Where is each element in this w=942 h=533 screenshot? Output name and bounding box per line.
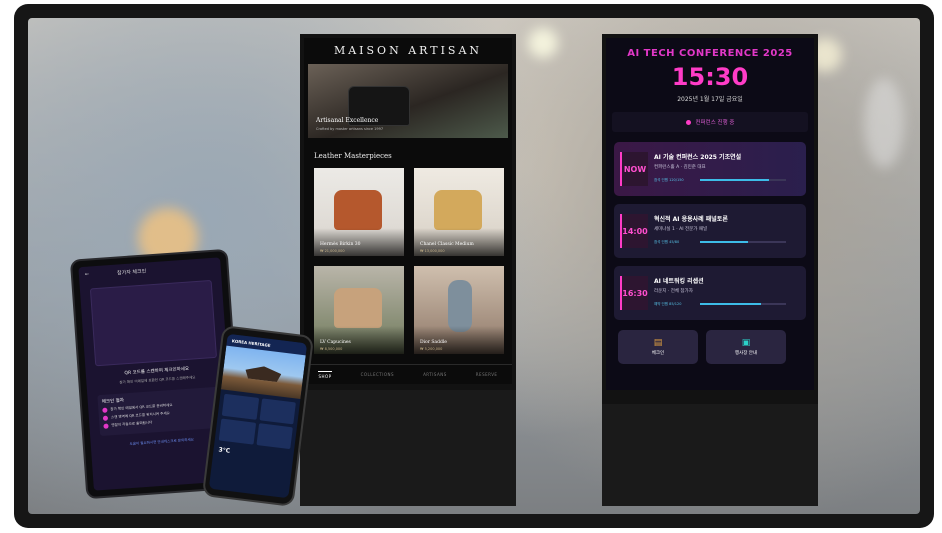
kiosk-stand (300, 390, 516, 506)
nav-collections[interactable]: COLLECTIONS (361, 372, 395, 377)
product-name: Dior Saddle (420, 340, 447, 345)
info-tile[interactable] (259, 398, 296, 425)
product-price: ₩ 5,200,000 (420, 347, 443, 351)
session-card[interactable]: 14:00 혁신적 AI 응용사례 패널토론 세미나실 1 · AI 전문가 패… (614, 204, 806, 258)
phone-screen: KOREA HERITAGE 3°C (208, 333, 308, 499)
showroom-scene: MAISON ARTISAN Artisanal Excellence Craf… (28, 18, 920, 514)
fashion-kiosk-screen: MAISON ARTISAN Artisanal Excellence Craf… (304, 38, 512, 384)
session-subtitle: 세미나실 1 · AI 전문가 패널 (654, 227, 708, 232)
session-attendance: 참석 인원 120/150 (654, 178, 684, 182)
product-card[interactable]: Chanel Classic Medium ₩ 13,000,000 (414, 168, 504, 256)
product-name: LV Capucines (320, 340, 351, 345)
clock: 15:30 (671, 63, 749, 91)
session-card[interactable]: 16:30 AI 네트워킹 리셉션 라운지 · 전체 참가자 예약 인원 85/… (614, 266, 806, 320)
live-dot-icon (685, 119, 691, 125)
qr-scan-area[interactable] (89, 279, 218, 367)
session-card[interactable]: NOW AI 기술 컨퍼런스 2025 기조연설 컨퍼런스홀 A · 김민준 대… (614, 142, 806, 196)
venue-guide-label: 행사장 안내 (734, 351, 758, 356)
session-list: NOW AI 기술 컨퍼런스 2025 기조연설 컨퍼런스홀 A · 김민준 대… (606, 132, 814, 320)
nav-artisans[interactable]: ARTISANS (423, 372, 447, 377)
bokeh-light (528, 28, 558, 58)
product-card[interactable]: Dior Saddle ₩ 5,200,000 (414, 266, 504, 354)
session-time: NOW (620, 152, 648, 186)
session-progress (700, 303, 786, 305)
info-tile[interactable] (221, 393, 259, 420)
info-tiles (214, 389, 300, 453)
hero-subtitle: Crafted by master artisans since 1997 (316, 127, 384, 131)
product-price: ₩ 21,000,000 (320, 249, 345, 253)
step-dot-icon (102, 407, 108, 413)
live-label: 컨퍼런스 진행 중 (695, 120, 735, 126)
product-name: Chanel Classic Medium (420, 242, 474, 247)
product-price: ₩ 13,000,000 (420, 249, 445, 253)
conference-kiosk: AI TECH CONFERENCE 2025 15:30 2025년 1월 1… (602, 34, 818, 506)
live-status: 컨퍼런스 진행 중 (612, 112, 808, 132)
document-icon: ▤ (653, 338, 663, 348)
info-tile[interactable] (255, 423, 293, 450)
date: 2025년 1월 17일 금요일 (677, 96, 743, 103)
session-attendance: 예약 인원 85/120 (654, 302, 682, 306)
product-image (334, 190, 382, 230)
session-progress (700, 179, 786, 181)
hero-title: Artisanal Excellence (316, 117, 379, 124)
step-dot-icon (102, 415, 109, 421)
product-name: Hermès Birkin 30 (320, 242, 361, 247)
checkin-steps: 체크인 절차 참가 확인 메일에서 QR 코드를 준비하세요 스캔 영역에 QR… (97, 386, 222, 437)
quick-actions: ▤ 체크인 ▣ 행사장 안내 (606, 328, 814, 364)
step-dot-icon (103, 423, 109, 429)
tablet-title: 참가자 체크인 (116, 268, 147, 277)
session-subtitle: 라운지 · 전체 참가자 (654, 289, 693, 294)
checkin-label: 체크인 (651, 351, 665, 356)
product-image (448, 280, 472, 332)
nav-reserve[interactable]: RESERVE (476, 372, 498, 377)
photo-frame: MAISON ARTISAN Artisanal Excellence Craf… (14, 4, 934, 528)
bottom-nav: SHOP COLLECTIONS ARTISANS RESERVE (304, 364, 512, 384)
product-card[interactable]: Hermès Birkin 30 ₩ 21,000,000 (314, 168, 404, 256)
session-title: AI 네트워킹 리셉션 (654, 278, 704, 285)
product-grid: Hermès Birkin 30 ₩ 21,000,000 Chanel Cla… (304, 168, 512, 354)
session-title: AI 기술 컨퍼런스 2025 기조연설 (654, 154, 742, 161)
brand-logo: MAISON ARTISAN (333, 44, 483, 57)
session-subtitle: 컨퍼런스홀 A · 김민준 대표 (654, 165, 706, 170)
back-arrow-icon[interactable]: ← (85, 272, 90, 278)
product-image (334, 288, 382, 328)
session-title: 혁신적 AI 응용사례 패널토론 (654, 216, 728, 223)
info-tile[interactable] (218, 418, 256, 445)
nav-shop[interactable]: SHOP (318, 370, 332, 379)
section-title: Leather Masterpieces (314, 152, 392, 160)
product-image (434, 190, 482, 230)
product-card[interactable]: LV Capucines ₩ 8,500,000 (314, 266, 404, 354)
session-progress (700, 241, 786, 243)
hero-banner[interactable]: Artisanal Excellence Crafted by master a… (308, 64, 508, 138)
product-price: ₩ 8,500,000 (320, 347, 343, 351)
session-time: 16:30 (620, 276, 648, 310)
book-icon: ▣ (741, 338, 751, 348)
tablet-header: ← 참가자 체크인 (78, 257, 221, 283)
conference-kiosk-screen: AI TECH CONFERENCE 2025 15:30 2025년 1월 1… (606, 38, 814, 390)
checkin-button[interactable]: ▤ 체크인 (618, 330, 698, 364)
fashion-kiosk: MAISON ARTISAN Artisanal Excellence Craf… (300, 34, 516, 506)
phone-device: KOREA HERITAGE 3°C (201, 325, 315, 507)
session-attendance: 참석 인원 45/80 (654, 240, 680, 244)
session-time: 14:00 (620, 214, 648, 248)
kiosk-stand (602, 404, 818, 506)
conference-title: AI TECH CONFERENCE 2025 (627, 48, 793, 59)
venue-guide-button[interactable]: ▣ 행사장 안내 (706, 330, 786, 364)
bokeh-light (864, 78, 904, 168)
